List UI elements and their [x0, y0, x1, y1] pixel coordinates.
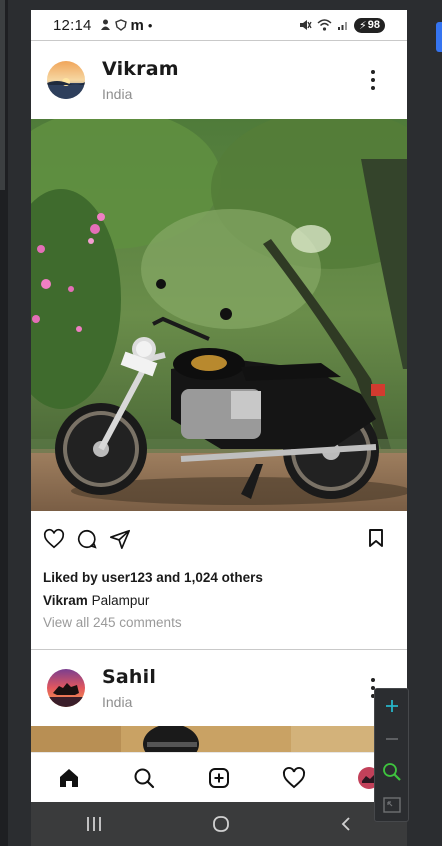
home-icon[interactable] — [57, 766, 81, 790]
status-time: 12:14 — [53, 16, 92, 34]
share-send-icon[interactable] — [109, 528, 131, 550]
more-options-icon[interactable] — [369, 70, 377, 90]
ide-left-panel — [0, 0, 8, 846]
search-icon[interactable] — [132, 766, 156, 790]
recents-icon[interactable] — [85, 816, 103, 832]
wifi-icon — [317, 19, 332, 31]
shield-icon — [114, 19, 127, 31]
heart-icon[interactable] — [282, 766, 306, 790]
post-username[interactable]: Sahil — [102, 666, 156, 688]
avatar[interactable] — [47, 669, 85, 707]
charging-icon: ⚡ — [359, 19, 367, 32]
zoom-in-button[interactable] — [382, 696, 402, 716]
zoom-actual-size-button[interactable] — [382, 762, 402, 782]
battery-level: 98 — [367, 19, 380, 31]
post-image[interactable] — [31, 119, 407, 511]
status-notification-icons: m • — [100, 16, 153, 34]
phone-screen: 12:14 m • ⚡ 98 Vikram India Liked by use… — [31, 10, 407, 846]
notification-icon — [100, 19, 110, 30]
post-actions — [31, 511, 407, 567]
zoom-fit-button[interactable] — [382, 795, 402, 815]
gmail-icon: m — [130, 16, 144, 34]
likes-text[interactable]: Liked by user123 and 1,024 others — [31, 567, 407, 589]
battery-indicator: ⚡ 98 — [354, 17, 385, 33]
home-circle-icon[interactable] — [212, 815, 230, 833]
zoom-controls — [374, 688, 409, 822]
dot-icon: • — [147, 17, 153, 33]
minus-icon — [385, 737, 398, 740]
system-nav-bar — [31, 802, 407, 846]
signal-icon — [338, 22, 348, 30]
status-bar: 12:14 m • ⚡ 98 — [31, 10, 407, 41]
view-comments-link[interactable]: View all 245 comments — [31, 612, 407, 634]
post-location: India — [102, 86, 133, 102]
magnifier-icon — [382, 762, 401, 781]
back-icon[interactable] — [339, 816, 353, 832]
post-location: India — [102, 694, 133, 710]
bookmark-icon[interactable] — [367, 528, 385, 548]
comment-icon[interactable] — [76, 528, 98, 550]
plus-icon — [385, 699, 398, 712]
caption-text: Palampur — [91, 593, 150, 608]
add-post-icon[interactable] — [207, 766, 231, 790]
bottom-nav-bar — [31, 752, 407, 803]
mute-icon — [300, 20, 312, 30]
avatar[interactable] — [47, 61, 85, 99]
zoom-out-button[interactable] — [382, 729, 402, 749]
fit-screen-icon — [382, 796, 401, 813]
like-heart-icon[interactable] — [43, 528, 65, 550]
caption-username[interactable]: Vikram — [43, 593, 88, 608]
ide-scrollbar[interactable] — [0, 0, 5, 190]
post-username[interactable]: Vikram — [102, 58, 179, 80]
post-header: Vikram India — [31, 41, 407, 119]
ide-side-tab[interactable] — [436, 22, 442, 52]
post-caption: Vikram Palampur — [31, 589, 407, 612]
post-header: Sahil India — [31, 650, 407, 726]
